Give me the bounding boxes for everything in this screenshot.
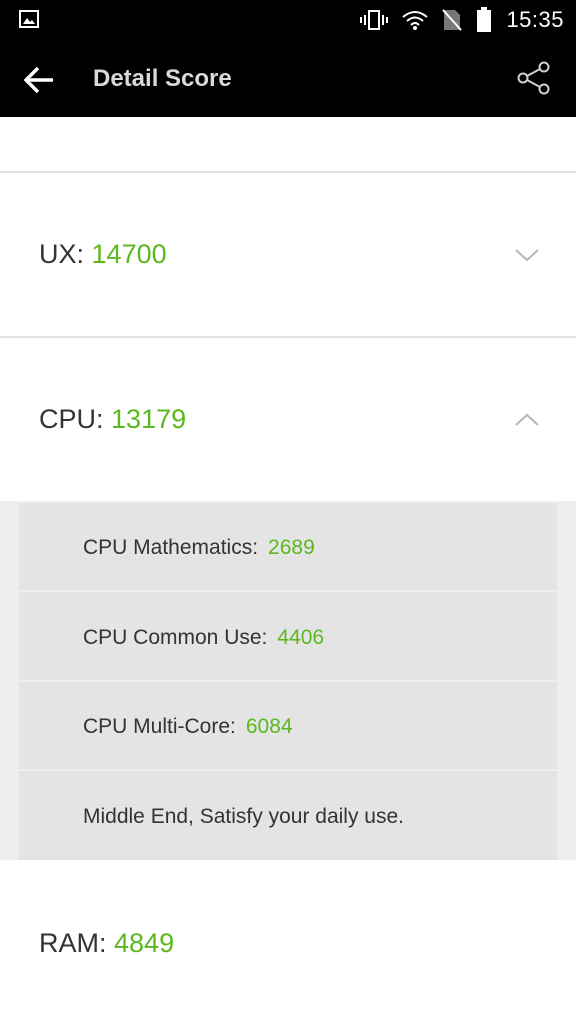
image-icon <box>19 10 39 28</box>
cpu-score: CPU: 13179 <box>39 404 186 435</box>
cpu-score-row[interactable]: CPU: 13179 <box>0 338 576 501</box>
cpu-multi-core-value: 6084 <box>245 715 293 738</box>
page-title: Detail Score <box>93 65 232 92</box>
cpu-value: 13179 <box>111 404 187 434</box>
cpu-common-use-label: CPU Common Use: <box>83 626 268 649</box>
cpu-mathematics-value: 2689 <box>268 536 315 559</box>
no-sim-icon <box>442 9 463 31</box>
ux-score-row[interactable]: UX: 14700 <box>0 173 576 336</box>
ux-label: UX: <box>39 239 85 269</box>
cpu-mathematics-label: CPU Mathematics: <box>83 536 259 559</box>
chevron-up-icon[interactable] <box>514 412 540 428</box>
ram-score: RAM: 4849 <box>39 928 174 959</box>
back-arrow-icon[interactable] <box>22 62 58 98</box>
wifi-icon <box>402 11 429 30</box>
cpu-multi-core-item: CPU Multi-Core: 6084 <box>19 682 557 769</box>
cpu-mathematics-item: CPU Mathematics: 2689 <box>19 503 557 590</box>
cpu-common-use-value: 4406 <box>277 626 325 649</box>
cpu-label: CPU: <box>39 404 104 434</box>
status-time: 15:35 <box>506 7 564 32</box>
battery-icon <box>477 7 492 32</box>
vibrate-icon <box>360 10 389 30</box>
chevron-down-icon[interactable] <box>514 247 540 263</box>
ram-score-row[interactable]: RAM: 4849 <box>0 860 576 1024</box>
ux-value: 14700 <box>91 239 167 269</box>
ram-label: RAM: <box>39 928 107 958</box>
cpu-multi-core-label: CPU Multi-Core: <box>83 715 236 738</box>
cpu-summary-text: Middle End, Satisfy your daily use. <box>83 805 404 828</box>
cpu-details-panel: CPU Mathematics: 2689 CPU Common Use: 4406… <box>0 501 576 860</box>
share-icon[interactable] <box>516 60 552 96</box>
ram-value: 4849 <box>114 928 175 958</box>
cpu-common-use-item: CPU Common Use: 4406 <box>19 592 557 680</box>
app-bar: Detail Score <box>0 40 576 117</box>
cpu-summary-item: Middle End, Satisfy your daily use. <box>19 771 557 860</box>
status-bar: 15:35 <box>0 0 576 40</box>
ux-score: UX: 14700 <box>39 239 167 270</box>
